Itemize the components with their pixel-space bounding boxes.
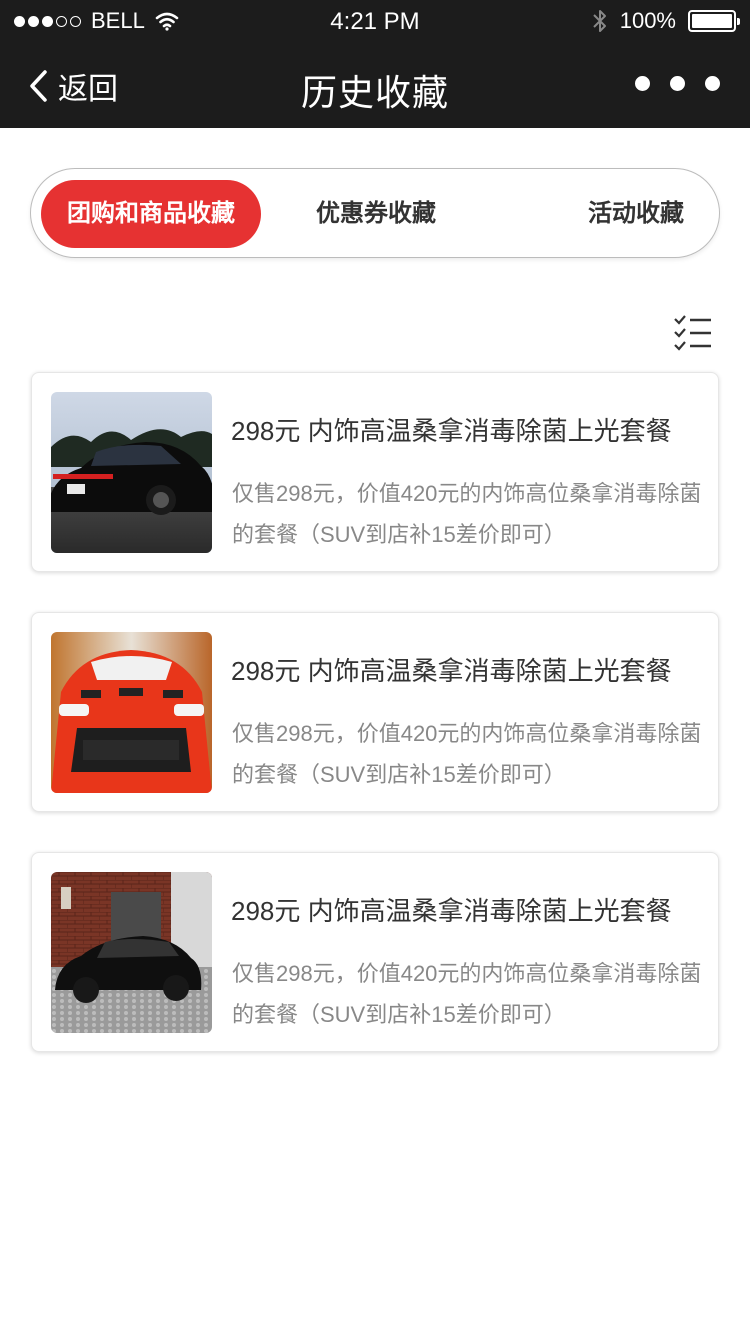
product-image (51, 392, 212, 553)
tab-coupons[interactable]: 优惠券收藏 (281, 180, 471, 248)
bluetooth-icon (593, 10, 606, 32)
status-bar: BELL 4:21 PM 100% (0, 0, 750, 44)
battery-icon (688, 10, 740, 32)
favorite-item[interactable]: 298元 内饰高温桑拿消毒除菌上光套餐 仅售298元，价值420元的内饰高位桑拿… (31, 372, 719, 572)
product-image (51, 872, 212, 1033)
more-dots-icon[interactable] (635, 76, 720, 91)
favorites-tabs: 团购和商品收藏 优惠券收藏 活动收藏 (30, 168, 720, 258)
checklist-icon[interactable] (672, 315, 712, 353)
favorite-item[interactable]: 298元 内饰高温桑拿消毒除菌上光套餐 仅售298元，价值420元的内饰高位桑拿… (31, 852, 719, 1052)
favorite-item[interactable]: 298元 内饰高温桑拿消毒除菌上光套餐 仅售298元，价值420元的内饰高位桑拿… (31, 612, 719, 812)
item-description: 仅售298元，价值420元的内饰高位桑拿消毒除菌的套餐（SUV到店补15差价即可… (232, 481, 702, 547)
navigation-bar: 返回 历史收藏 (0, 44, 750, 128)
item-title: 298元 内饰高温桑拿消毒除菌上光套餐 (231, 656, 672, 686)
battery-percent: 100% (619, 8, 676, 33)
status-right: 100% (592, 8, 740, 34)
item-title: 298元 内饰高温桑拿消毒除菌上光套餐 (231, 896, 672, 926)
product-image (51, 632, 212, 793)
item-description: 仅售298元，价值420元的内饰高位桑拿消毒除菌的套餐（SUV到店补15差价即可… (232, 721, 702, 787)
tab-activities[interactable]: 活动收藏 (561, 180, 711, 248)
item-title: 298元 内饰高温桑拿消毒除菌上光套餐 (231, 416, 672, 446)
item-description: 仅售298元，价值420元的内饰高位桑拿消毒除菌的套餐（SUV到店补15差价即可… (232, 961, 702, 1027)
tab-group-buy-goods[interactable]: 团购和商品收藏 (41, 180, 261, 248)
